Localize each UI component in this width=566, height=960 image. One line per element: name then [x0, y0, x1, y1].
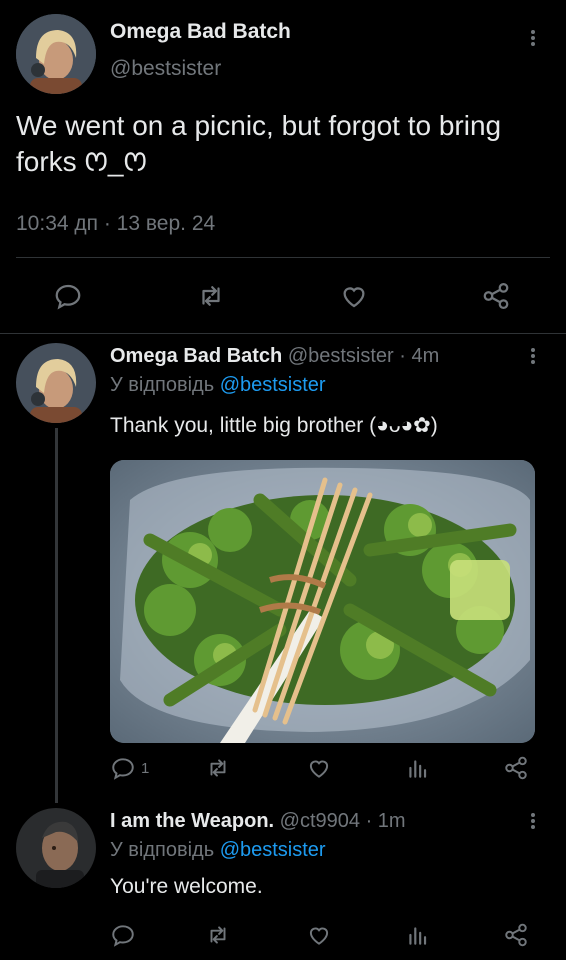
main-author-name[interactable]: Omega Bad Batch	[110, 20, 291, 44]
avatar-image	[16, 343, 96, 423]
reply1-reply-prefix: У відповідь	[110, 374, 215, 396]
reply1-like-icon[interactable]	[306, 755, 332, 781]
main-author-handle[interactable]: @bestsister	[110, 57, 221, 81]
reply2-like-icon[interactable]	[306, 922, 332, 948]
reply1-text: Thank you, little big brother (◕ᴗ◕✿)	[110, 414, 438, 437]
reply1-more-options-icon[interactable]	[523, 346, 543, 366]
avatar-image	[16, 14, 96, 94]
divider-top	[16, 257, 550, 258]
reply1-time[interactable]: · 4m	[399, 345, 439, 367]
share-icon[interactable]	[481, 281, 511, 311]
main-tweet-text-line1: We went on a picnic, but forgot to bring	[16, 110, 502, 141]
reply2-more-options-icon[interactable]	[523, 811, 543, 831]
main-author-avatar[interactable]	[16, 14, 96, 94]
reply1-author-name[interactable]: Omega Bad Batch	[110, 345, 282, 367]
like-icon[interactable]	[339, 281, 369, 311]
thread-line	[55, 428, 58, 803]
reply1-reply-icon[interactable]	[110, 755, 136, 781]
main-tweet-text-line2: forks ꯁ_ꯁ	[16, 146, 147, 177]
retweet-icon[interactable]	[196, 281, 226, 311]
main-tweet-timestamp[interactable]: 10:34 дп · 13 вер. 24	[16, 212, 215, 236]
reply2-reply-icon[interactable]	[110, 922, 136, 948]
reply1-views-icon[interactable]	[405, 755, 431, 781]
reply1-avatar[interactable]	[16, 343, 96, 423]
reply1-reply-to-link[interactable]: @bestsister	[220, 374, 326, 396]
reply1-share-icon[interactable]	[503, 755, 529, 781]
reply2-views-icon[interactable]	[405, 922, 431, 948]
reply1-replying-to: У відповідь @bestsister	[110, 374, 326, 397]
reply1-reply-count: 1	[141, 760, 150, 777]
reply2-replying-to: У відповідь @bestsister	[110, 839, 326, 862]
food-photo	[110, 460, 535, 743]
reply2-author-name[interactable]: I am the Weapon.	[110, 810, 274, 832]
reply2-reply-prefix: У відповідь	[110, 839, 215, 861]
avatar-image	[16, 808, 96, 888]
more-options-icon[interactable]	[523, 28, 543, 48]
reply1-retweet-icon[interactable]	[205, 755, 231, 781]
main-tweet-text: We went on a picnic, but forgot to bring…	[16, 108, 561, 180]
divider-main	[0, 333, 566, 334]
reply1-author-handle[interactable]: @bestsister	[288, 345, 394, 367]
reply2-header: I am the Weapon. @ct9904 · 1m	[110, 810, 406, 833]
reply2-share-icon[interactable]	[503, 922, 529, 948]
reply2-text: You're welcome.	[110, 875, 263, 898]
reply2-reply-to-link[interactable]: @bestsister	[220, 839, 326, 861]
reply2-author-handle[interactable]: @ct9904	[280, 810, 360, 832]
reply1-header: Omega Bad Batch @bestsister · 4m	[110, 345, 439, 368]
reply2-retweet-icon[interactable]	[205, 922, 231, 948]
reply2-time[interactable]: · 1m	[366, 810, 406, 832]
reply2-avatar[interactable]	[16, 808, 96, 888]
reply-icon[interactable]	[53, 281, 83, 311]
reply1-media-image[interactable]	[110, 460, 535, 743]
